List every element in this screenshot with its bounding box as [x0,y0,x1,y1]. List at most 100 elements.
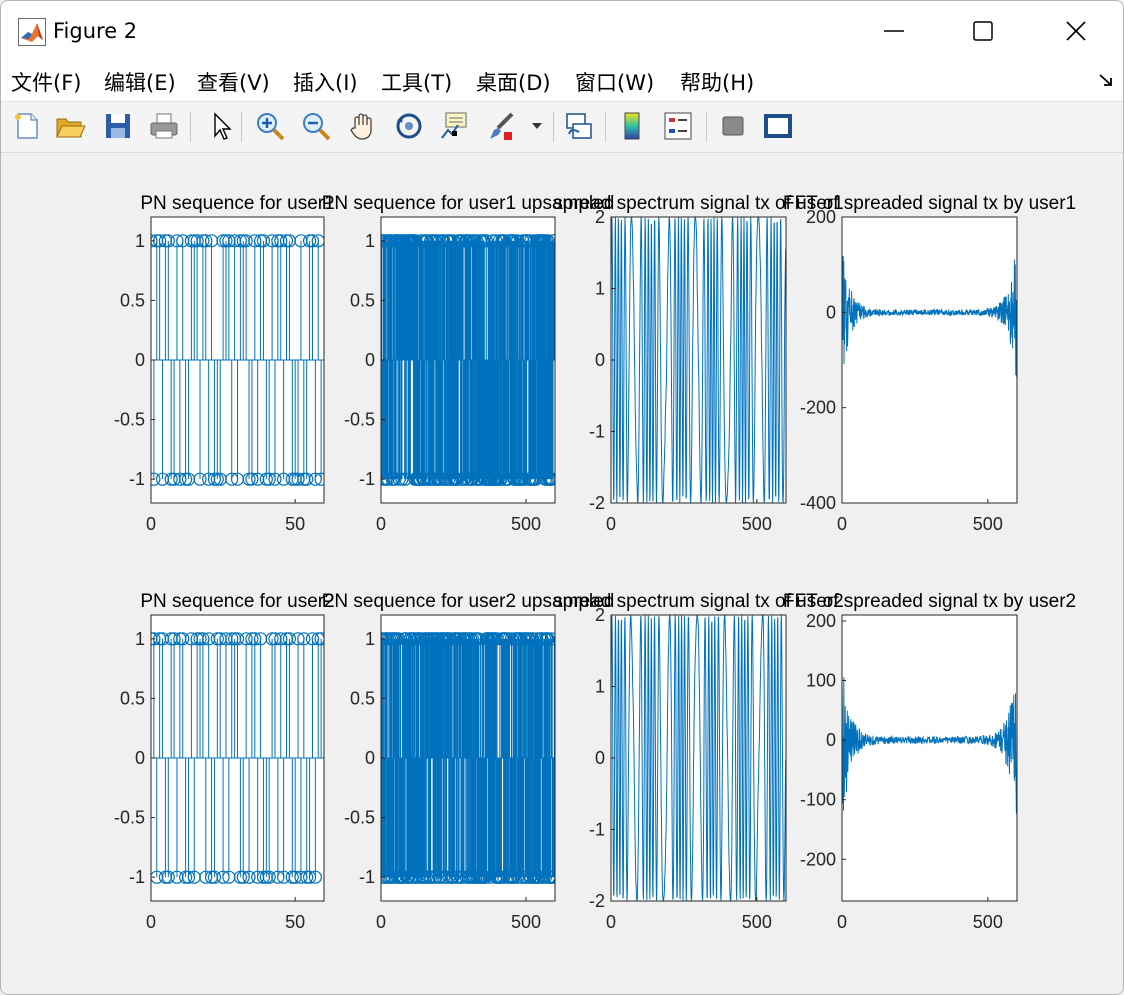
subplot-7: 210-1-20 500spread spectrum signal tx of … [553,591,843,932]
subplot-1: 1 0.5 0 -0.5 -1 0 50 PN sequence for user1 [114,193,335,534]
ytick-label: 0 [595,748,605,768]
toolbar-separator [553,112,554,142]
menu-insert[interactable]: 插入(I) [293,67,358,97]
rotate-3d-button[interactable] [392,108,426,144]
print-button[interactable] [147,108,181,144]
ytick-label: -0.5 [344,808,375,828]
toolbar-separator [241,112,242,142]
ytick-label: 0 [365,748,375,768]
zoom-out-button[interactable] [299,108,333,144]
toolbar-separator [605,112,606,142]
close-button[interactable] [1046,9,1106,53]
ytick-label: 0.5 [350,290,375,310]
ytick-label: 0 [595,350,605,370]
new-figure-button[interactable] [10,108,44,144]
xtick-label: 0 [376,514,386,534]
ytick-label: 0 [135,350,145,370]
xtick-label: 500 [511,912,541,932]
window-title: Figure 2 [53,19,138,43]
brush-dropdown-button[interactable] [527,108,547,144]
save-button[interactable] [101,108,135,144]
subplot-title: FFT of spreaded signal tx by user1 [783,193,1076,214]
subplot-6: 10.50-0.5-10 500PN sequence for user2 ups… [322,591,615,932]
menu-tools[interactable]: 工具(T) [381,67,452,97]
link-plot-icon [566,113,592,139]
dock-arrow-icon[interactable] [1097,71,1115,89]
brush-dropdown-icon [532,123,542,129]
xtick-label: 0 [837,514,847,534]
xtick-label: 0 [837,912,847,932]
hide-plot-tools-button[interactable] [716,108,750,144]
xtick-label: 0 [376,912,386,932]
figure-canvas[interactable]: 1 0.5 0 -0.5 -1 0 50 PN sequence for user1 1 0.5 0… [1,153,1123,994]
pan-button[interactable] [346,108,380,144]
figure-window: Figure 2 文件(F) 编辑(E) 查看(V) 插入(I) 工具(T) 桌… [0,0,1124,995]
ytick-label: -400 [800,493,836,513]
xtick-label: 50 [285,514,305,534]
ytick-label: -0.5 [344,410,375,430]
menu-desktop[interactable]: 桌面(D) [476,67,551,97]
zoom-in-button[interactable] [253,108,287,144]
show-plot-tools-button[interactable] [761,108,795,144]
ytick-label: 1 [595,677,605,697]
pan-icon [350,113,372,140]
subplot-grid: 1 0.5 0 -0.5 -1 0 50 PN sequence for user1 1 0.5 0… [114,193,1076,932]
new-figure-icon [15,113,38,139]
ytick-label: 0.5 [350,688,375,708]
legend-button[interactable] [661,108,695,144]
ytick-label: -0.5 [114,410,145,430]
xtick-label: 50 [285,912,305,932]
ytick-label: -2 [589,493,605,513]
print-icon [150,113,178,139]
ytick-label: -100 [800,790,836,810]
brush-button[interactable] [485,108,519,144]
toolbar-separator [190,112,191,142]
xtick-label: 500 [973,514,1003,534]
menu-help[interactable]: 帮助(H) [680,67,754,97]
link-plot-button[interactable] [562,108,596,144]
axes-background [842,217,1017,503]
subplot-8: 200 100 0 -100 -200 0 500 FFT of spreaded signa… [783,591,1076,932]
xtick-label: 0 [146,514,156,534]
ytick-label: 1 [365,231,375,251]
ytick-label: 0.5 [120,688,145,708]
open-file-button[interactable] [53,108,87,144]
subplot-3: 210-1-20 500spread spectrum signal tx of … [553,193,843,534]
title-bar[interactable]: Figure 2 [1,1,1123,63]
subplot-4: 2000-200-4000 500FFT of spreaded signal t… [783,193,1076,534]
open-file-icon [56,118,86,138]
xtick-label: 500 [742,514,772,534]
ytick-label: 1 [135,629,145,649]
zoom-in-icon [257,113,285,141]
ytick-label: 100 [806,671,836,691]
legend-icon [664,112,692,140]
subplot-2: 10.50-0.5-10 500PN sequence for user1 ups… [322,193,615,534]
axes-background [842,615,1017,901]
ytick-label: -1 [359,867,375,887]
ytick-label: 1 [365,629,375,649]
minimize-button[interactable] [864,9,924,53]
menu-edit[interactable]: 编辑(E) [104,67,176,97]
menu-view[interactable]: 查看(V) [197,67,270,97]
maximize-button[interactable] [953,9,1013,53]
menu-file[interactable]: 文件(F) [11,67,81,97]
colorbar-button[interactable] [615,108,649,144]
data-cursor-icon [441,112,467,139]
menu-window[interactable]: 窗口(W) [575,67,654,97]
show-plot-tools-icon [764,114,792,138]
ytick-label: -1 [129,469,145,489]
select-button[interactable] [203,108,237,144]
xtick-label: 500 [511,514,541,534]
hide-plot-tools-icon [722,116,744,136]
maximize-icon [973,21,993,41]
xtick-label: 0 [606,912,616,932]
ytick-label: 0 [135,748,145,768]
ytick-label: -1 [359,469,375,489]
toolbar-separator [706,112,707,142]
close-icon [1066,21,1086,41]
minimize-icon [884,30,904,32]
data-cursor-button[interactable] [438,108,472,144]
ytick-label: 200 [806,611,836,631]
ytick-label: -1 [129,867,145,887]
ytick-label: 0 [826,730,836,750]
